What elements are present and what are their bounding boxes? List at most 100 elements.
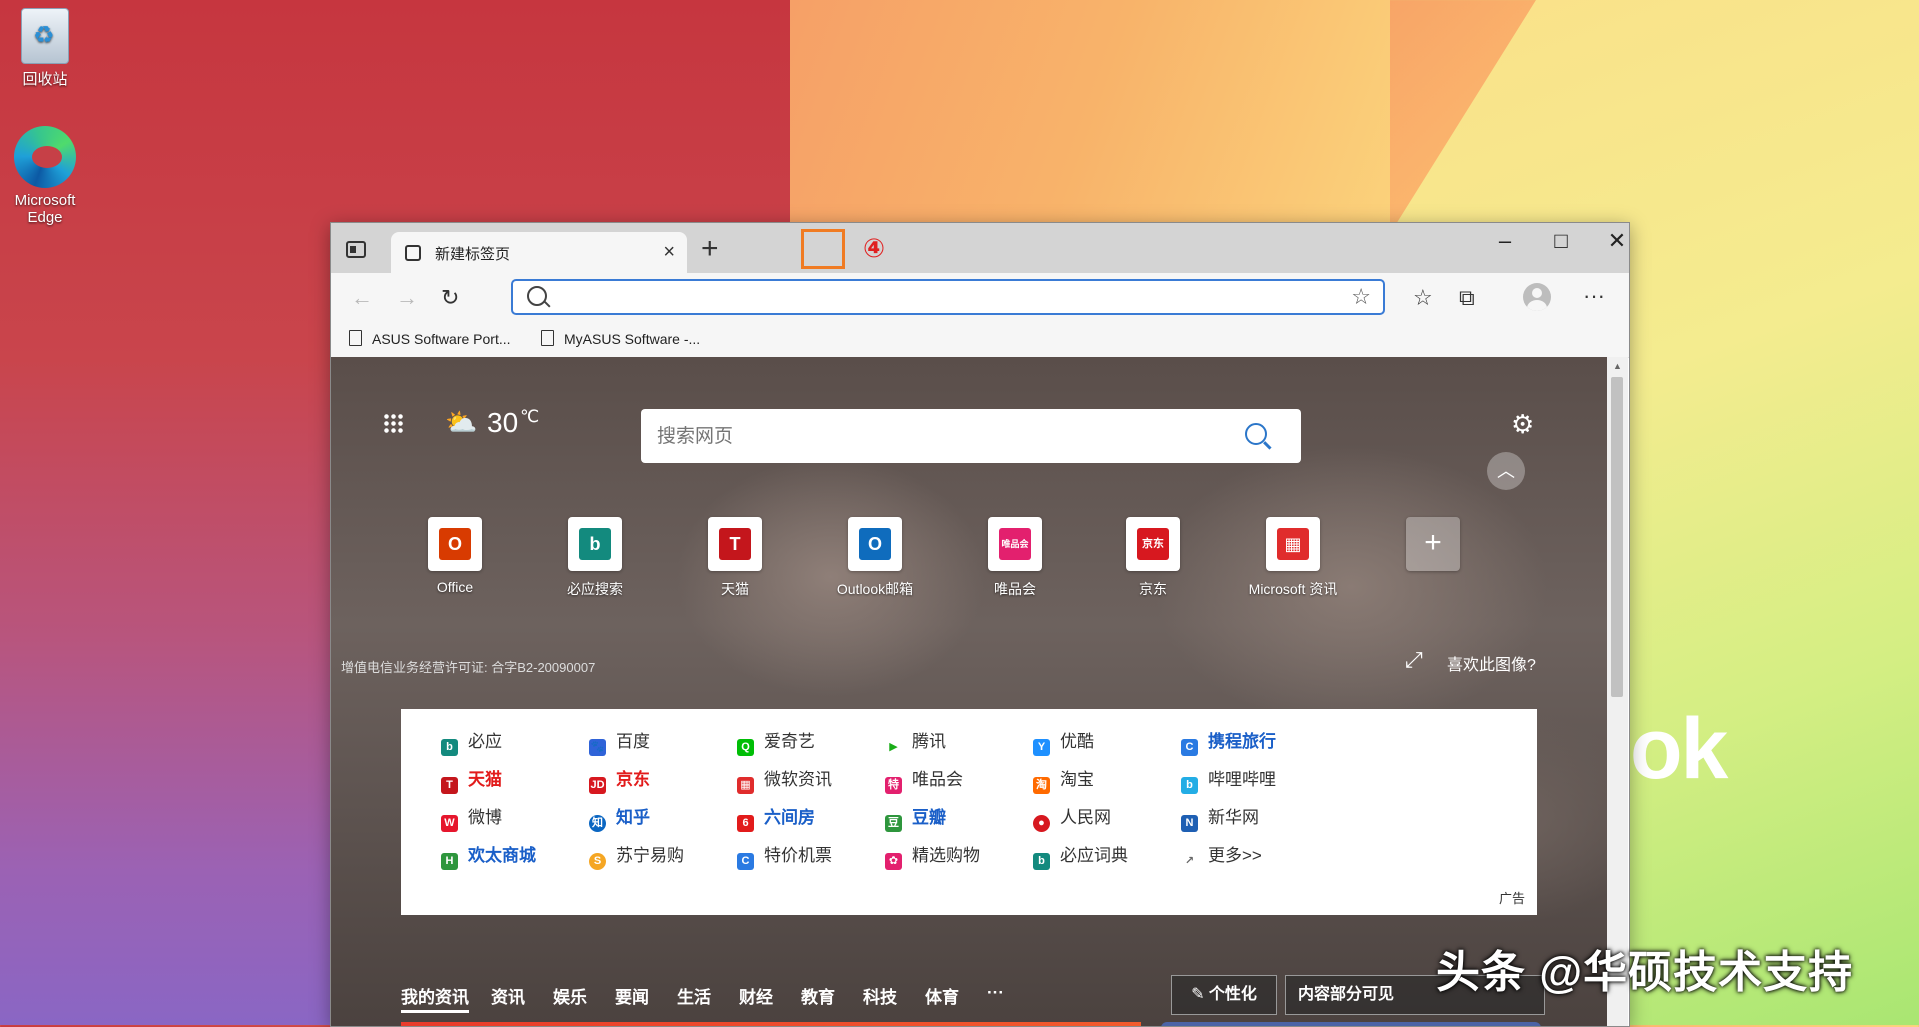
link-jd[interactable]: JD 京东 bbox=[589, 765, 650, 794]
news-tab[interactable]: 资讯 bbox=[491, 983, 525, 1008]
tab-title: 新建标签页 bbox=[435, 246, 511, 263]
address-bar[interactable]: ☆ bbox=[511, 279, 1385, 315]
favorite-item[interactable]: ASUS Software Port... bbox=[349, 330, 511, 347]
heytap-icon: H bbox=[441, 853, 458, 870]
news-tab[interactable]: 生活 bbox=[677, 983, 711, 1008]
web-search-box[interactable] bbox=[641, 409, 1301, 463]
app-launcher-icon[interactable] bbox=[383, 413, 403, 433]
link-tencent[interactable]: ▶ 腾讯 bbox=[885, 727, 946, 756]
link-taobao[interactable]: 淘淘宝 bbox=[1033, 765, 1094, 794]
link-bing[interactable]: b 必应 bbox=[441, 727, 502, 756]
personalize-button[interactable]: ✎ 个性化 bbox=[1171, 975, 1277, 1015]
favorites-button[interactable]: ☆ bbox=[1413, 285, 1433, 311]
link-6rooms[interactable]: 6 六间房 bbox=[737, 803, 815, 832]
news-card[interactable] bbox=[1161, 1022, 1541, 1026]
tencent-video-icon: ▶ bbox=[885, 739, 902, 756]
tab-close-button[interactable]: × bbox=[663, 241, 675, 264]
address-input[interactable] bbox=[555, 285, 1319, 311]
iqiyi-icon: Q bbox=[737, 739, 754, 756]
link-msn[interactable]: ▦ 微软资讯 bbox=[737, 765, 832, 794]
link-bing-dict[interactable]: b 必应词典 bbox=[1033, 841, 1128, 870]
favorites-bar: ASUS Software Port... MyASUS Software -.… bbox=[331, 321, 1629, 358]
like-image-button[interactable]: 喜欢此图像? bbox=[1447, 651, 1536, 675]
news-tabs: 我的资讯 资讯 娱乐 要闻 生活 财经 教育 科技 体育 ··· ✎ 个性化 内… bbox=[401, 975, 1545, 1015]
favorite-item[interactable]: MyASUS Software -... bbox=[541, 330, 700, 347]
temperature[interactable]: 30 ℃ bbox=[487, 407, 539, 439]
link-more[interactable]: ↗ 更多>> bbox=[1181, 841, 1262, 870]
refresh-button[interactable]: ↻ bbox=[441, 285, 459, 311]
news-tab[interactable]: 娱乐 bbox=[553, 983, 587, 1008]
tmall-icon: T bbox=[708, 517, 762, 571]
news-tab[interactable]: 财经 bbox=[739, 983, 773, 1008]
link-people[interactable]: ● 人民网 bbox=[1033, 803, 1111, 832]
toolbar: ← → ↻ ☆ ☆ ⧉ ··· bbox=[331, 273, 1629, 321]
tab-actions-icon[interactable] bbox=[345, 239, 367, 259]
scroll-thumb[interactable] bbox=[1611, 377, 1623, 697]
add-favorite-icon[interactable]: ☆ bbox=[1351, 284, 1371, 310]
link-weibo[interactable]: W 微博 bbox=[441, 803, 502, 832]
news-more-tab[interactable]: ··· bbox=[987, 983, 1004, 1003]
link-xinhua[interactable]: N 新华网 bbox=[1181, 803, 1259, 832]
quick-link-office[interactable]: O Office bbox=[403, 517, 507, 595]
quick-link-msn[interactable]: ▦ Microsoft 资讯 bbox=[1241, 517, 1345, 599]
link-tmall[interactable]: T 天猫 bbox=[441, 765, 502, 794]
license-text[interactable]: 增值电信业务经营许可证: 合字B2-20090007 bbox=[341, 657, 595, 676]
link-flights[interactable]: C 特价机票 bbox=[737, 841, 832, 870]
news-tab[interactable]: 我的资讯 bbox=[401, 983, 469, 1013]
news-card[interactable] bbox=[401, 1022, 1141, 1026]
scroll-up-icon[interactable]: ▲ bbox=[1613, 361, 1622, 371]
people-icon: ● bbox=[1033, 815, 1050, 832]
quick-link-vip[interactable]: 唯品会 唯品会 bbox=[963, 517, 1067, 599]
back-button[interactable]: ← bbox=[351, 285, 373, 311]
tmall-icon: T bbox=[441, 777, 458, 794]
tab-new-tab[interactable]: 新建标签页 × bbox=[391, 232, 687, 273]
new-tab-button[interactable]: + bbox=[701, 232, 719, 266]
link-youku[interactable]: Y 优酷 bbox=[1033, 727, 1094, 756]
desktop-icon-recycle-bin[interactable]: 回收站 bbox=[0, 8, 90, 89]
quick-link-jd[interactable]: 京东 京东 bbox=[1101, 517, 1205, 599]
link-heytap[interactable]: H 欢太商城 bbox=[441, 841, 536, 870]
quick-link-tmall[interactable]: T 天猫 bbox=[683, 517, 787, 599]
weather-icon[interactable]: ⛅ bbox=[445, 407, 477, 438]
page-scrollbar[interactable]: ▲ bbox=[1607, 357, 1628, 1026]
link-vip[interactable]: 特唯品会 bbox=[885, 765, 963, 794]
minimize-button[interactable]: – bbox=[1485, 228, 1525, 254]
maximize-button[interactable]: □ bbox=[1541, 228, 1581, 254]
news-tab[interactable]: 要闻 bbox=[615, 983, 649, 1008]
bilibili-icon: b bbox=[1181, 777, 1198, 794]
wallpaper-text: ok bbox=[1630, 701, 1728, 797]
quick-link-outlook[interactable]: O Outlook邮箱 bbox=[823, 517, 927, 599]
close-window-button[interactable]: ✕ bbox=[1597, 228, 1629, 254]
search-icon[interactable] bbox=[1245, 423, 1267, 445]
link-suning[interactable]: S 苏宁易购 bbox=[589, 841, 684, 870]
news-tab[interactable]: 体育 bbox=[925, 983, 959, 1008]
page-icon bbox=[349, 330, 362, 346]
news-tab[interactable]: 科技 bbox=[863, 983, 897, 1008]
web-search-input[interactable] bbox=[655, 423, 1219, 451]
youku-icon: Y bbox=[1033, 739, 1050, 756]
desktop-icon-label: Microsoft Edge bbox=[14, 192, 76, 226]
collections-button[interactable]: ⧉ bbox=[1459, 285, 1475, 311]
quick-link-label: Office bbox=[436, 579, 474, 595]
profile-avatar[interactable] bbox=[1523, 283, 1551, 311]
more-menu-button[interactable]: ··· bbox=[1583, 283, 1605, 309]
collapse-chevron-icon[interactable]: ︿ bbox=[1487, 452, 1525, 490]
quick-link-label: 京东 bbox=[1139, 581, 1167, 597]
desktop-icon-edge[interactable]: Microsoft Edge bbox=[0, 126, 90, 226]
forward-button[interactable]: → bbox=[396, 285, 418, 311]
quick-link-bing[interactable]: b 必应搜索 bbox=[543, 517, 647, 599]
link-bilibili[interactable]: b 哔哩哔哩 bbox=[1181, 765, 1276, 794]
settings-gear-icon[interactable]: ⚙ bbox=[1511, 409, 1534, 440]
link-iqiyi[interactable]: Q 爱奇艺 bbox=[737, 727, 815, 756]
more-icon: ↗ bbox=[1181, 853, 1198, 870]
link-shopping[interactable]: ✿ 精选购物 bbox=[885, 841, 980, 870]
add-quick-link[interactable]: + bbox=[1381, 517, 1485, 579]
favorite-label: ASUS Software Port... bbox=[372, 331, 511, 347]
ad-label: 广告 bbox=[1498, 891, 1525, 906]
expand-icon[interactable]: ⤢ bbox=[1405, 647, 1423, 673]
link-douban[interactable]: 豆豆瓣 bbox=[885, 803, 946, 832]
news-tab[interactable]: 教育 bbox=[801, 983, 835, 1008]
link-ctrip[interactable]: C 携程旅行 bbox=[1181, 727, 1276, 756]
link-zhihu[interactable]: 知知乎 bbox=[589, 803, 650, 832]
link-baidu[interactable]: 🐾 百度 bbox=[589, 727, 650, 756]
